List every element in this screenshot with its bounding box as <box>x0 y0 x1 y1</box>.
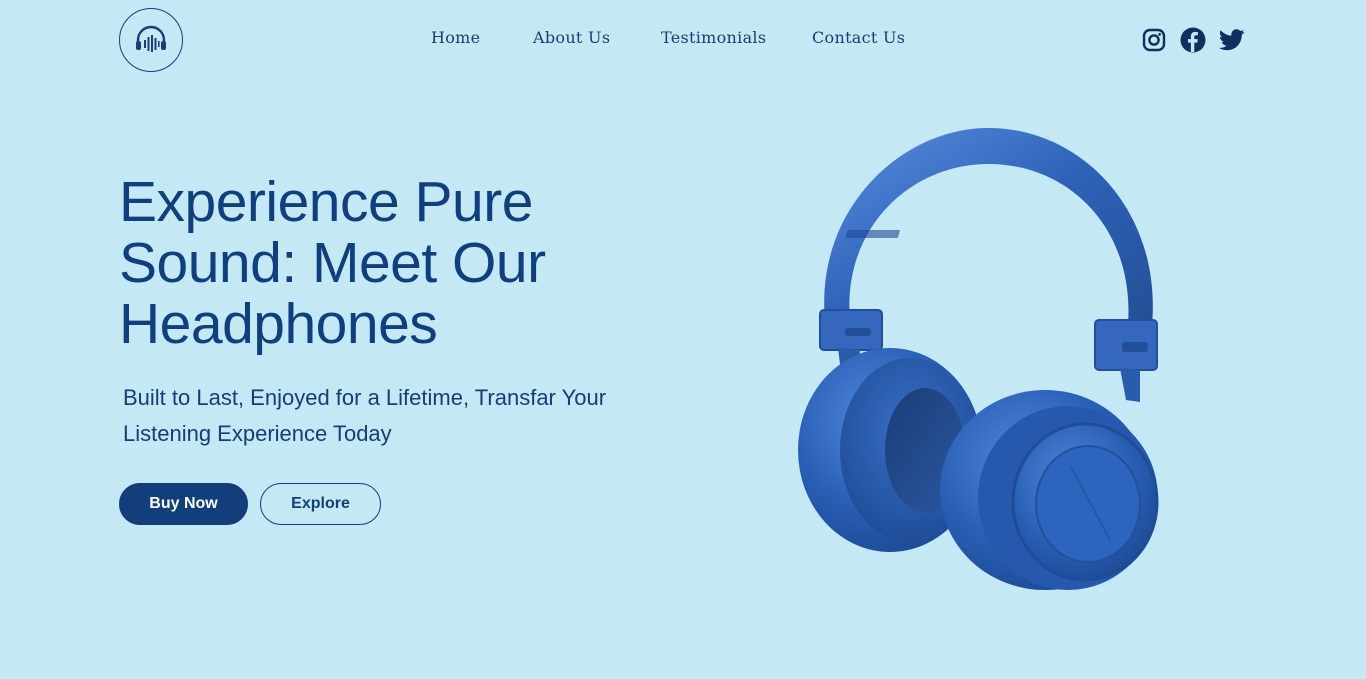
headphones-image <box>798 127 1159 590</box>
buy-now-button[interactable]: Buy Now <box>119 483 248 525</box>
social-links <box>1141 26 1245 54</box>
landing-page: Home About Us Testimonials Contact Us Ex… <box>0 0 1366 679</box>
facebook-icon[interactable] <box>1180 27 1206 53</box>
hero-subtitle: Built to Last, Enjoyed for a Lifetime, T… <box>123 385 607 446</box>
nav-home[interactable]: Home <box>431 28 480 47</box>
hero-title: Experience Pure Sound: Meet Our Headphon… <box>119 170 546 356</box>
twitter-icon[interactable] <box>1219 27 1245 53</box>
explore-button[interactable]: Explore <box>260 483 381 525</box>
nav-contact-us[interactable]: Contact Us <box>812 28 905 47</box>
nav-testimonials[interactable]: Testimonials <box>661 28 766 47</box>
instagram-icon[interactable] <box>1141 27 1167 53</box>
nav-about-us[interactable]: About Us <box>533 28 610 47</box>
